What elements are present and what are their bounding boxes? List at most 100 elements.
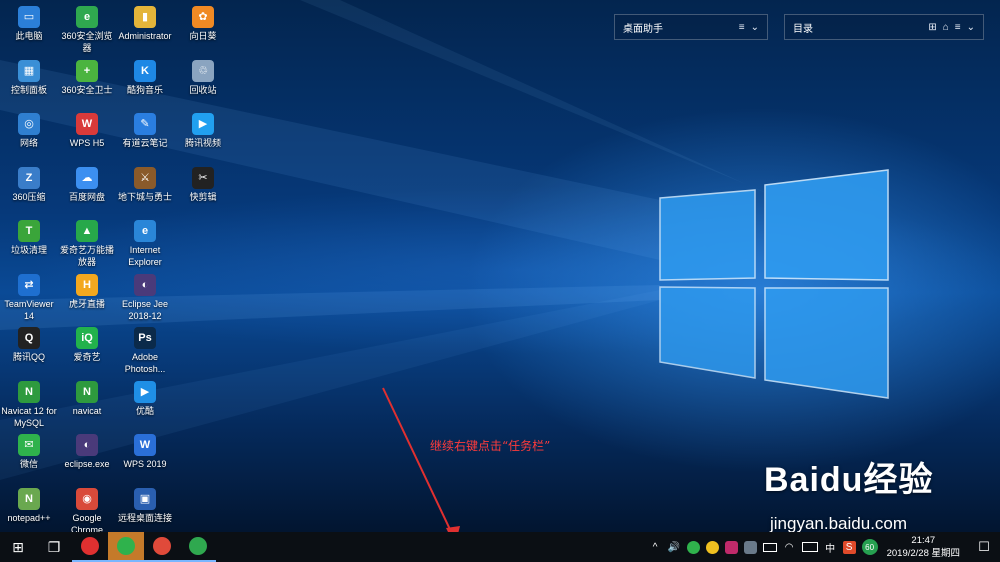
desktop-icon-eclipse-jee[interactable]: ◐ Eclipse Jee 2018-12 [116, 272, 174, 322]
desktop-icon-administrator[interactable]: ▮ Administrator [116, 4, 174, 42]
volume-icon[interactable]: 🔊 [668, 541, 681, 554]
chrome-icon: ◉ [76, 487, 98, 510]
desktop-icon-kuaijian[interactable]: ✂ 快剪辑 [174, 165, 232, 203]
keyboard-icon[interactable] [801, 542, 818, 552]
kugou-icon: K [134, 59, 156, 82]
desktop-icon-label: Google Chrome [70, 512, 103, 533]
desktop-icon-kugou[interactable]: K 酷狗音乐 [116, 58, 174, 96]
desktop-icon-photoshop[interactable]: Ps Adobe Photosh... [116, 325, 174, 375]
taskbar-apps [72, 532, 216, 562]
chevron-down-icon[interactable]: ⌄ [967, 22, 975, 33]
qq-icon: Q [18, 327, 40, 349]
desktop-icon-trash-clean[interactable]: T 垃圾清理 [0, 218, 58, 256]
system-tray: ^ 🔊 ◠ 中 S 60 21:47 2019/2/28 星期四 ☐ [646, 532, 1000, 562]
360-safe-icon: + [76, 59, 98, 82]
desktop-icon-network[interactable]: ◎ 网络 [0, 111, 58, 149]
sunflower-icon: ✿ [192, 6, 214, 28]
chevron-up-icon[interactable]: ^ [649, 541, 662, 554]
desktop-icon-eclipse-exe[interactable]: ◐ eclipse.exe [58, 432, 116, 470]
kuaijian-icon: ✂ [192, 166, 214, 189]
desktop-icon-label: notepad++ [7, 512, 51, 523]
desktop-icon-label: 地下城与勇士 [117, 191, 172, 202]
menu-icon[interactable]: ≡ [955, 22, 961, 33]
360-zip-icon: Z [18, 166, 40, 189]
desktop-icon-tencent-video[interactable]: ▶ 腾讯视频 [174, 111, 232, 149]
taskbar-app-360-browser[interactable] [180, 532, 216, 562]
desktop-icon-recycle-bin[interactable]: ♲ 回收站 [174, 58, 232, 96]
desktop-icon-wechat[interactable]: ✉ 微信 [0, 432, 58, 470]
desktop-icon-wps-2019[interactable]: W WPS 2019 [116, 432, 174, 470]
clock[interactable]: 21:47 2019/2/28 星期四 [887, 534, 960, 560]
desktop-icon-dnf[interactable]: ⚔ 地下城与勇士 [116, 165, 174, 203]
start-button[interactable]: ⊞ [0, 532, 36, 562]
wechat-icon: ✉ [18, 434, 40, 456]
ie-icon: e [134, 220, 156, 242]
desktop-assistant-widget[interactable]: 桌面助手 ≡ ⌄ [614, 14, 768, 40]
iqiyi-icon: iQ [76, 327, 98, 349]
desktop-icon-iqiyi[interactable]: iQ 爱奇艺 [58, 325, 116, 363]
taskbar[interactable]: ⊞ ❐ ^ 🔊 ◠ 中 S 60 21:47 2019/2/28 星期四 ☐ [0, 532, 1000, 562]
desktop-icon-huya[interactable]: H 虎牙直播 [58, 272, 116, 310]
lock-icon[interactable]: ⌂ [943, 22, 949, 33]
desktop-icon-teamviewer[interactable]: ⇄ TeamViewer 14 [0, 272, 58, 322]
chevron-down-icon[interactable]: ⌄ [751, 22, 759, 33]
360-tray-icon[interactable] [686, 540, 700, 554]
notification-center-button[interactable]: ☐ [968, 532, 1000, 562]
pc-icon: ▭ [18, 6, 40, 28]
desktop-icon-baidu-pan[interactable]: ☁ 百度网盘 [58, 165, 116, 203]
app-tray-icon[interactable] [724, 540, 738, 554]
menu-icon[interactable]: ≡ [739, 22, 745, 33]
desktop-icon-navicat-mysql[interactable]: N Navicat 12 for MySQL [0, 379, 58, 429]
grid-icon[interactable]: ⊞ [928, 22, 936, 33]
catalog-widget[interactable]: 目录 ⊞ ⌂ ≡ ⌄ [784, 14, 984, 40]
desktop-icon-label: 垃圾清理 [10, 245, 47, 255]
desktop-icon-youdao-note[interactable]: ✎ 有道云笔记 [116, 111, 174, 149]
desktop-icon-label: Administrator [118, 31, 172, 41]
desktop-icon-ie[interactable]: e Internet Explorer [116, 218, 174, 268]
desktop-icon-label: Eclipse Jee 2018-12 [121, 298, 169, 321]
ime-language[interactable]: 中 [824, 541, 837, 555]
administrator-icon: ▮ [134, 6, 156, 28]
desktop-icon-wps-h5[interactable]: W WPS H5 [58, 111, 116, 149]
wifi-icon[interactable]: ◠ [783, 541, 796, 554]
desktop-icon-label: 此电脑 [15, 31, 43, 41]
desktop-icon-label: Internet Explorer [128, 245, 162, 267]
navicat-mysql-icon: N [18, 380, 40, 403]
desktop-icon-label: 虎牙直播 [68, 298, 105, 309]
monitor-icon[interactable]: 60 [861, 539, 878, 555]
taskbar-app-qq[interactable] [72, 532, 108, 562]
desktop-icon-youku[interactable]: ▶ 优酷 [116, 379, 174, 417]
desktop-icon-label: 有道云笔记 [122, 138, 168, 148]
task-view-button[interactable]: ❐ [36, 532, 72, 562]
desktop[interactable]: ▭ 此电脑 e 360安全浏览器 ▮ Administrator ✿ 向日葵 ▦ 控制面板 +360… [0, 0, 1000, 532]
task-view-icon: ❐ [47, 538, 61, 555]
desktop-icon-360-browser[interactable]: e 360安全浏览器 [58, 4, 116, 54]
desktop-icon-360-zip[interactable]: Z 360压缩 [0, 165, 58, 203]
eclipse-jee-icon: ◐ [134, 273, 156, 296]
desktop-icon-label: Navicat 12 for MySQL [1, 405, 57, 428]
desktop-icon-label: WPS 2019 [123, 459, 167, 469]
battery-icon[interactable] [762, 542, 777, 552]
recycle-bin-icon: ♲ [192, 59, 214, 82]
taskbar-app-wechat[interactable] [108, 532, 144, 562]
navicat-icon: N [76, 380, 98, 403]
desktop-icon-qq[interactable]: Q 腾讯QQ [0, 325, 58, 363]
taskbar-app-chrome[interactable] [144, 532, 180, 562]
app2-tray-icon[interactable] [743, 540, 757, 554]
desktop-icon-chrome[interactable]: ◉ Google Chrome [58, 486, 116, 533]
desktop-icon-iqiyi-player[interactable]: ▲ 爱奇艺万能播放器 [58, 218, 116, 268]
desktop-icon-label: 360安全卫士 [61, 84, 113, 95]
chrome-icon [153, 537, 171, 555]
desktop-icon-sunflower[interactable]: ✿ 向日葵 [174, 4, 232, 42]
desktop-icon-notepadpp[interactable]: Nnotepad++ [0, 486, 58, 524]
desktop-icon-control-panel[interactable]: ▦ 控制面板 [0, 58, 58, 96]
desktop-icon-360-safe[interactable]: +360安全卫士 [58, 58, 116, 96]
desktop-icon-label: 快剪辑 [189, 191, 217, 202]
desktop-icon-navicat[interactable]: Nnavicat [58, 379, 116, 417]
wps-h5-icon: W [76, 113, 98, 135]
sogou-icon[interactable]: S [842, 540, 856, 554]
wps-2019-icon: W [134, 434, 156, 456]
desktop-icon-remote-desktop[interactable]: ▣ 远程桌面连接 [116, 486, 174, 524]
desktop-icon-pc[interactable]: ▭ 此电脑 [0, 4, 58, 42]
360-safe-tray-icon[interactable] [705, 540, 719, 554]
